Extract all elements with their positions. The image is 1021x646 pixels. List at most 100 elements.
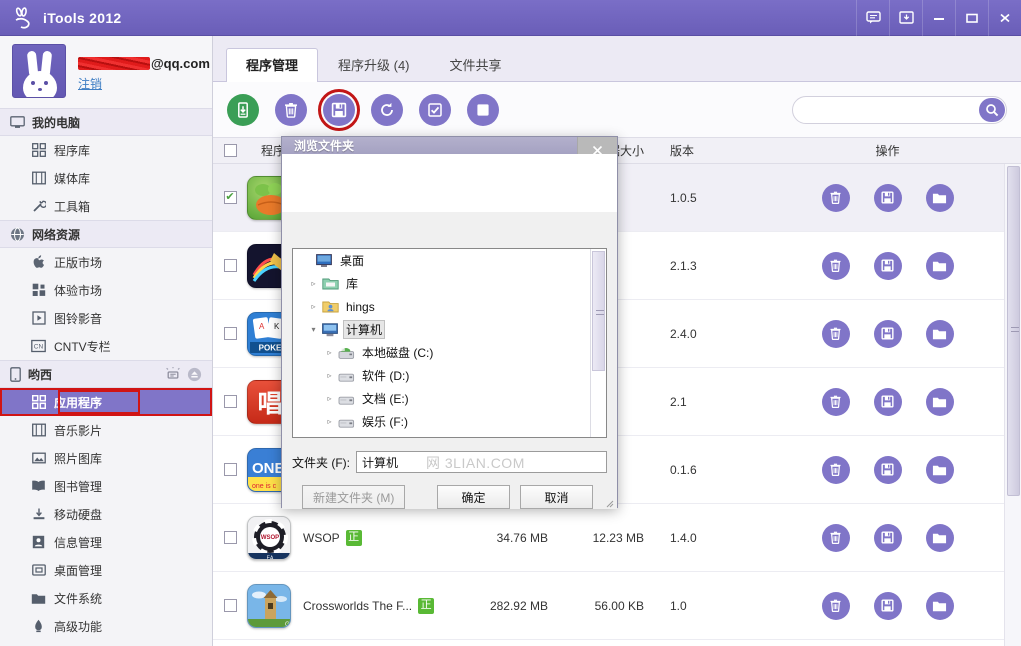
sidebar-item-cntv[interactable]: CN CNTV专栏: [0, 332, 212, 360]
new-folder-button[interactable]: 新建文件夹 (M): [302, 485, 405, 509]
tree-arrow[interactable]: ▹: [323, 394, 336, 403]
sidebar-item-advanced[interactable]: 高级功能: [0, 612, 212, 640]
tree-node-desktop[interactable]: 桌面: [293, 249, 606, 272]
row-uninstall-icon[interactable]: [822, 524, 850, 552]
tree-arrow[interactable]: ▹: [307, 279, 320, 288]
refresh-device-icon[interactable]: [165, 367, 181, 382]
row-backup-icon[interactable]: [874, 252, 902, 280]
select-all-checkbox[interactable]: [224, 144, 237, 157]
row-uninstall-icon[interactable]: [822, 184, 850, 212]
tree-arrow[interactable]: ▹: [323, 371, 336, 380]
header-version[interactable]: 版本: [658, 142, 754, 159]
backup-button[interactable]: [323, 94, 355, 126]
sidebar-item-trial-market[interactable]: 体验市场: [0, 276, 212, 304]
logout-link[interactable]: 注销: [78, 75, 102, 92]
sidebar-group-device[interactable]: 哟西: [0, 360, 212, 388]
tree-scrollbar[interactable]: [590, 249, 606, 437]
eject-icon[interactable]: [187, 367, 202, 382]
tree-arrow[interactable]: ▹: [307, 302, 320, 311]
table-row[interactable]: WSOP EA WSOP 正 34.76 MB 12.23 MB 1.4.0: [213, 504, 1021, 572]
sidebar-item-label: 桌面管理: [54, 562, 102, 579]
sidebar-group-my-computer[interactable]: 我的电脑: [0, 108, 212, 136]
row-backup-icon[interactable]: [874, 456, 902, 484]
sidebar-item-book-manage[interactable]: 图书管理: [0, 472, 212, 500]
close-button[interactable]: [988, 0, 1021, 36]
row-open-folder-icon[interactable]: [926, 592, 954, 620]
row-checkbox[interactable]: [224, 191, 237, 204]
tree-node-drive-e[interactable]: ▹ 文档 (E:): [293, 387, 606, 410]
row-backup-icon[interactable]: [874, 524, 902, 552]
row-open-folder-icon[interactable]: [926, 184, 954, 212]
row-backup-icon[interactable]: [874, 320, 902, 348]
sidebar-item-ringtone-video[interactable]: 图铃影音: [0, 304, 212, 332]
feedback-button[interactable]: [856, 0, 889, 36]
sidebar-item-music-video[interactable]: 音乐影片: [0, 416, 212, 444]
dialog-resize-grip[interactable]: [604, 497, 614, 507]
search-button[interactable]: [979, 98, 1005, 122]
select-all-button[interactable]: [419, 94, 451, 126]
sidebar-item-toolbox[interactable]: 工具箱: [0, 192, 212, 220]
tree-node-hings[interactable]: ▹ hings: [293, 295, 606, 318]
row-open-folder-icon[interactable]: [926, 524, 954, 552]
row-checkbox[interactable]: [224, 259, 237, 272]
row-checkbox[interactable]: [224, 463, 237, 476]
tab-program-manage[interactable]: 程序管理: [226, 48, 318, 82]
sidebar-item-info-manage[interactable]: 信息管理: [0, 528, 212, 556]
folder-tree[interactable]: 桌面 ▹ 库 ▹: [292, 248, 607, 438]
tree-node-drive-d[interactable]: ▹ 软件 (D:): [293, 364, 606, 387]
sidebar-item-photo-library[interactable]: 照片图库: [0, 444, 212, 472]
row-checkbox[interactable]: [224, 395, 237, 408]
header-select-all[interactable]: [213, 144, 247, 157]
row-open-folder-icon[interactable]: [926, 252, 954, 280]
folder-path-input[interactable]: [356, 451, 607, 473]
cancel-button[interactable]: 取消: [520, 485, 593, 509]
row-uninstall-icon[interactable]: [822, 252, 850, 280]
row-open-folder-icon[interactable]: [926, 388, 954, 416]
uninstall-button[interactable]: [275, 94, 307, 126]
scrollbar-thumb[interactable]: [1007, 166, 1020, 496]
row-open-folder-icon[interactable]: [926, 456, 954, 484]
tree-scrollbar-thumb[interactable]: [592, 251, 605, 371]
row-backup-icon[interactable]: [874, 184, 902, 212]
row-uninstall-icon[interactable]: [822, 592, 850, 620]
tree-node-library[interactable]: ▹ 库: [293, 272, 606, 295]
table-scrollbar[interactable]: [1004, 164, 1021, 646]
tab-program-upgrade[interactable]: 程序升级 (4): [318, 48, 430, 82]
row-checkbox[interactable]: [224, 599, 237, 612]
row-uninstall-icon[interactable]: [822, 456, 850, 484]
dialog-title-bar[interactable]: 浏览文件夹: [282, 137, 617, 154]
row-open-folder-icon[interactable]: [926, 320, 954, 348]
tree-arrow[interactable]: ▹: [323, 348, 336, 357]
ok-button[interactable]: 确定: [437, 485, 510, 509]
sidebar-item-official-market[interactable]: 正版市场: [0, 248, 212, 276]
install-button[interactable]: [227, 94, 259, 126]
sidebar-item-media-library[interactable]: 媒体库: [0, 164, 212, 192]
maximize-button[interactable]: [955, 0, 988, 36]
scrollbar-grip: [1011, 327, 1019, 332]
row-backup-icon[interactable]: [874, 592, 902, 620]
sidebar-item-program-library[interactable]: 程序库: [0, 136, 212, 164]
row-uninstall-icon[interactable]: [822, 388, 850, 416]
sidebar-item-file-system[interactable]: 文件系统: [0, 584, 212, 612]
tree-node-computer[interactable]: ▾ 计算机: [293, 318, 606, 341]
search-input[interactable]: [792, 96, 1007, 124]
row-uninstall-icon[interactable]: [822, 320, 850, 348]
sidebar-item-desktop-manage[interactable]: 桌面管理: [0, 556, 212, 584]
tree-node-local-disk-c[interactable]: ▹ 本地磁盘 (C:): [293, 341, 606, 364]
skin-button[interactable]: [889, 0, 922, 36]
tree-node-drive-f[interactable]: ▹ 娱乐 (F:): [293, 410, 606, 433]
table-row[interactable]: [213, 640, 1021, 646]
tab-file-share[interactable]: 文件共享: [430, 48, 522, 82]
minimize-button[interactable]: [922, 0, 955, 36]
table-row[interactable]: G5 Crossworlds The F... 正 282.92 MB 56.0…: [213, 572, 1021, 640]
sidebar-item-removable-disk[interactable]: 移动硬盘: [0, 500, 212, 528]
tree-arrow[interactable]: ▾: [307, 325, 320, 334]
row-backup-icon[interactable]: [874, 388, 902, 416]
refresh-button[interactable]: [371, 94, 403, 126]
sidebar-item-applications[interactable]: 应用程序: [0, 388, 212, 416]
stop-button[interactable]: [467, 94, 499, 126]
tree-arrow[interactable]: ▹: [323, 417, 336, 426]
sidebar-group-network-resources[interactable]: 网络资源: [0, 220, 212, 248]
row-checkbox[interactable]: [224, 531, 237, 544]
row-checkbox[interactable]: [224, 327, 237, 340]
